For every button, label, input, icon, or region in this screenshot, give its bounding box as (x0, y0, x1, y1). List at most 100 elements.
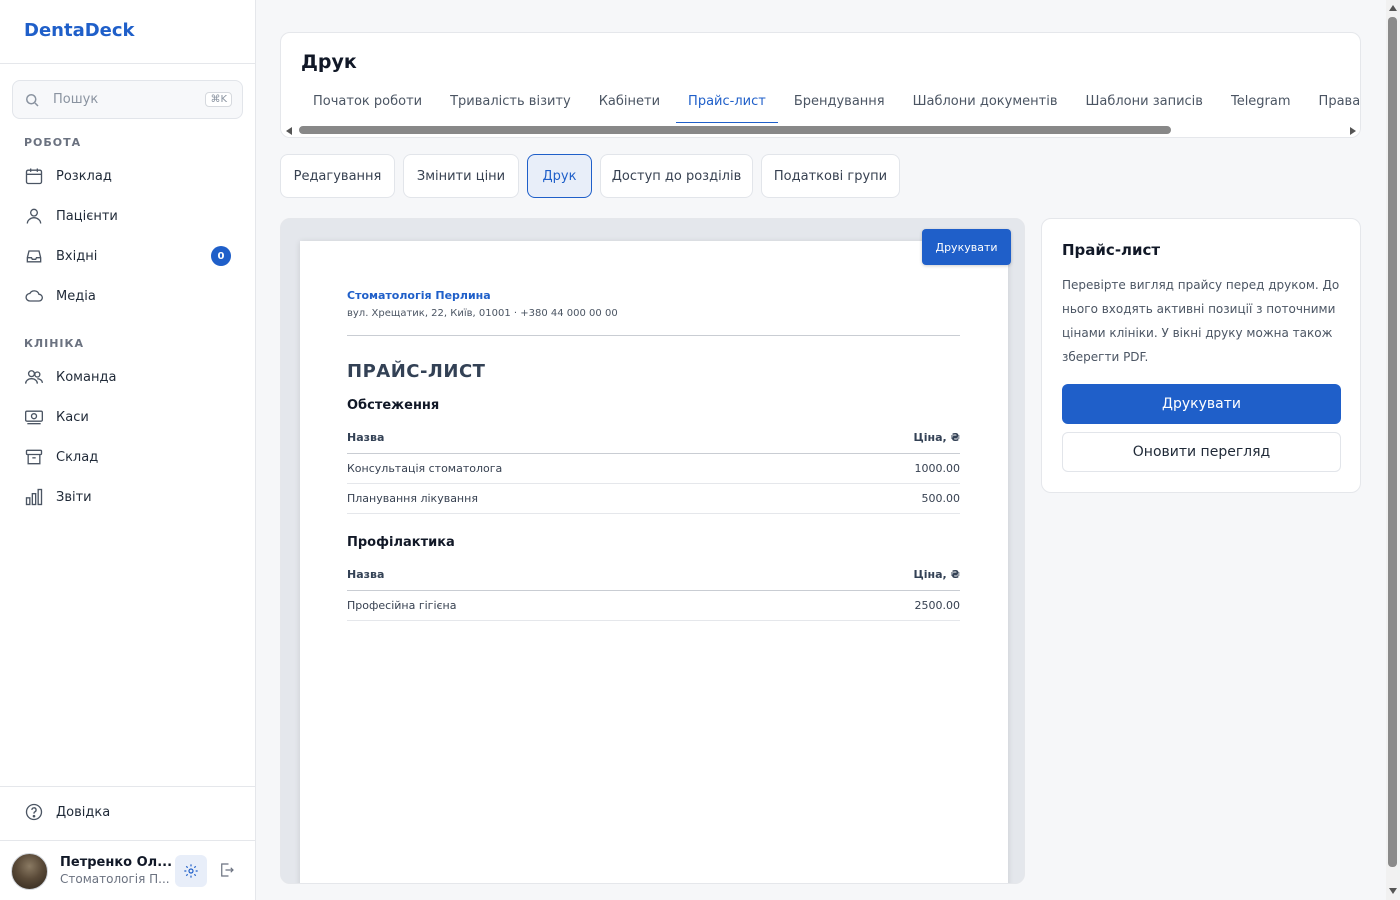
subtab-edit[interactable]: Редагування (280, 154, 395, 198)
page-scrollbar[interactable] (1386, 0, 1400, 900)
col-name-header: Назва (347, 568, 385, 581)
logout-icon (221, 863, 234, 877)
scrollbar-thumb[interactable] (1388, 17, 1397, 867)
tab-document-templates[interactable]: Шаблони документів (901, 85, 1070, 123)
service-name: Консультація стоматолога (347, 462, 503, 475)
sidebar-item-reports[interactable]: Звіти (12, 480, 243, 514)
chart-icon (24, 487, 44, 507)
clinic-name: Стоматологія Перлина (347, 289, 491, 302)
service-name: Планування лікування (347, 492, 478, 505)
tab-access-rights[interactable]: Права доступу (1307, 85, 1360, 123)
tab-getting-started[interactable]: Початок роботи (301, 85, 434, 123)
sidebar-item-patients[interactable]: Пацієнти (12, 199, 243, 233)
user-name: Петренко Ол... (60, 855, 173, 870)
settings-button[interactable] (175, 855, 207, 887)
scroll-left-icon[interactable] (286, 127, 292, 135)
team-icon (24, 367, 44, 387)
scroll-up-icon[interactable] (1389, 5, 1397, 11)
sidebar-divider (0, 63, 255, 64)
search-input[interactable]: Пошук ⌘K (12, 80, 243, 119)
gear-icon (184, 864, 198, 878)
app-logo[interactable]: DentaDeck (24, 20, 135, 41)
subtab-tax-groups[interactable]: Податкові групи (761, 154, 900, 198)
col-price-header: Ціна, ₴ (913, 568, 960, 581)
sidebar-item-label: Вхідні (56, 248, 98, 264)
search-placeholder: Пошук (53, 92, 99, 107)
scrollbar-thumb[interactable] (299, 126, 1171, 134)
subtab-print[interactable]: Друк (527, 154, 592, 198)
sidebar-item-label: Пацієнти (56, 208, 118, 224)
tab-rooms[interactable]: Кабінети (587, 85, 672, 123)
sidebar-item-cash[interactable]: Каси (12, 400, 243, 434)
settings-tabs: Початок роботи Тривалість візиту Кабінет… (301, 85, 1360, 123)
sidebar-divider (0, 786, 255, 787)
subtab-change-prices[interactable]: Змінити ціни (403, 154, 519, 198)
preview-print-button[interactable]: Друкувати (922, 229, 1011, 265)
sidebar-item-help[interactable]: Довідка (12, 795, 243, 829)
avatar[interactable] (11, 853, 48, 890)
page-title: Друк (301, 51, 357, 73)
clinic-address: вул. Хрещатик, 22, Київ, 01001 · +380 44… (347, 308, 618, 319)
sidebar-item-label: Команда (56, 369, 117, 385)
search-shortcut: ⌘K (205, 92, 232, 107)
service-price: 2500.00 (914, 599, 961, 612)
sidebar-item-label: Довідка (56, 804, 111, 820)
inbox-count-badge: 0 (211, 246, 231, 266)
table-row: Планування лікування 500.00 (347, 484, 960, 514)
help-icon (24, 802, 44, 822)
archive-icon (24, 447, 44, 467)
sidebar-item-team[interactable]: Команда (12, 360, 243, 394)
sidebar-item-label: Розклад (56, 168, 112, 184)
scroll-down-icon[interactable] (1389, 888, 1397, 894)
col-price-header: Ціна, ₴ (913, 431, 960, 444)
print-button[interactable]: Друкувати (1062, 384, 1341, 424)
price-table-header: Назва Ціна, ₴ (347, 422, 960, 454)
user-panel: Петренко Ол... Стоматологія П... (0, 840, 255, 900)
document-divider (347, 335, 960, 336)
print-info-card: Прайс-лист Перевірте вигляд прайсу перед… (1041, 218, 1361, 493)
sidebar-item-label: Каси (56, 409, 89, 425)
sidebar-item-inbox[interactable]: Вхідні 0 (12, 239, 243, 273)
service-price: 1000.00 (914, 462, 961, 475)
inbox-icon (24, 246, 44, 266)
sidebar-item-label: Склад (56, 449, 99, 465)
col-name-header: Назва (347, 431, 385, 444)
tab-visit-duration[interactable]: Тривалість візиту (438, 85, 583, 123)
logout-button[interactable] (218, 861, 238, 881)
sidebar-item-schedule[interactable]: Розклад (12, 159, 243, 193)
settings-header: Друк Початок роботи Тривалість візиту Ка… (280, 32, 1361, 138)
calendar-icon (24, 166, 44, 186)
sidebar-item-label: Звіти (56, 489, 92, 505)
document-title: ПРАЙС-ЛИСТ (347, 361, 486, 382)
sidebar-item-media[interactable]: Медіа (12, 279, 243, 313)
tab-record-templates[interactable]: Шаблони записів (1073, 85, 1214, 123)
subtab-section-access[interactable]: Доступ до розділів (600, 154, 753, 198)
sidebar-item-label: Медіа (56, 288, 96, 304)
info-title: Прайс-лист (1062, 241, 1161, 259)
print-preview: Стоматологія Перлина вул. Хрещатик, 22, … (280, 218, 1025, 884)
table-row: Консультація стоматолога 1000.00 (347, 454, 960, 484)
patients-icon (24, 206, 44, 226)
user-clinic: Стоматологія П... (60, 872, 170, 886)
search-icon (23, 91, 41, 109)
price-table-header: Назва Ціна, ₴ (347, 559, 960, 591)
tab-telegram[interactable]: Telegram (1219, 85, 1303, 123)
cash-icon (24, 407, 44, 427)
tab-branding[interactable]: Брендування (782, 85, 897, 123)
service-name: Професійна гігієна (347, 599, 457, 612)
cloud-icon (24, 286, 44, 306)
price-group-title: Обстеження (347, 398, 440, 413)
section-label-clinic: КЛІНІКА (24, 337, 85, 350)
price-list-document: Стоматологія Перлина вул. Хрещатик, 22, … (300, 241, 1008, 883)
service-price: 500.00 (921, 492, 961, 505)
sidebar: DentaDeck Пошук ⌘K РОБОТА Розклад Пацієн… (0, 0, 256, 900)
section-label-work: РОБОТА (24, 136, 82, 149)
refresh-preview-button[interactable]: Оновити перегляд (1062, 432, 1341, 472)
sidebar-item-warehouse[interactable]: Склад (12, 440, 243, 474)
tab-price-list[interactable]: Прайс-лист (676, 85, 778, 123)
scroll-right-icon[interactable] (1350, 127, 1356, 135)
info-description: Перевірте вигляд прайсу перед друком. До… (1062, 278, 1340, 364)
price-group-title: Профілактика (347, 535, 455, 550)
table-row: Професійна гігієна 2500.00 (347, 591, 960, 621)
tabs-scrollbar[interactable] (281, 123, 1360, 137)
